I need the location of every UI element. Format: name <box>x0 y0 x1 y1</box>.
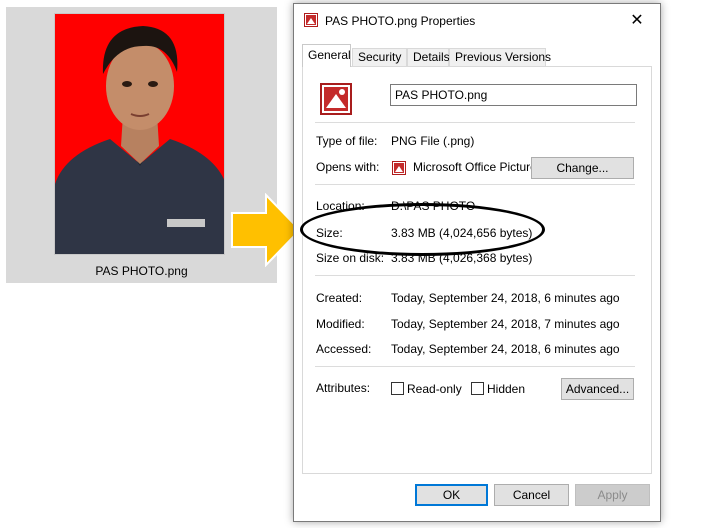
separator <box>315 275 635 276</box>
close-button[interactable]: ✕ <box>614 4 660 36</box>
properties-dialog: PAS PHOTO.png Properties ✕ General Secur… <box>293 3 661 522</box>
picture-app-icon <box>392 161 406 175</box>
tab-details[interactable]: Details <box>407 48 450 66</box>
file-name-input[interactable] <box>390 84 637 106</box>
readonly-label: Read-only <box>407 382 462 396</box>
accessed-value: Today, September 24, 2018, 6 minutes ago <box>391 342 620 356</box>
location-label: Location: <box>316 199 365 213</box>
ok-button[interactable]: OK <box>415 484 488 506</box>
attributes-label: Attributes: <box>316 381 371 395</box>
tab-previous-versions[interactable]: Previous Versions <box>449 48 551 66</box>
cancel-button[interactable]: Cancel <box>494 484 569 506</box>
size-value: 3.83 MB (4,024,656 bytes) <box>391 226 533 240</box>
hidden-checkbox[interactable] <box>471 382 484 395</box>
dialog-titlebar[interactable]: PAS PHOTO.png Properties ✕ <box>294 4 660 36</box>
separator <box>315 366 635 367</box>
change-button[interactable]: Change... <box>531 157 634 179</box>
hidden-label: Hidden <box>487 382 526 396</box>
dialog-footer: OK Cancel Apply <box>294 480 660 522</box>
passport-photo-image <box>54 13 225 255</box>
picture-file-icon <box>320 83 352 115</box>
size-on-disk-value: 3.83 MB (4,026,368 bytes) <box>391 251 533 265</box>
tab-security[interactable]: Security <box>352 48 407 66</box>
picture-file-icon <box>304 13 318 27</box>
close-icon: ✕ <box>630 12 644 29</box>
separator <box>315 184 635 185</box>
tab-general[interactable]: General <box>302 44 351 67</box>
type-of-file-label: Type of file: <box>316 134 378 148</box>
opens-with-value: Microsoft Office Picture <box>413 160 537 174</box>
readonly-checkbox[interactable] <box>391 382 404 395</box>
arrow-right-icon <box>230 192 302 270</box>
size-label: Size: <box>316 226 343 240</box>
created-label: Created: <box>316 291 363 305</box>
separator <box>315 122 635 123</box>
modified-value: Today, September 24, 2018, 7 minutes ago <box>391 317 620 331</box>
location-value: D:\PAS PHOTO <box>391 199 476 213</box>
general-tab-panel: Type of file: PNG File (.png) Opens with… <box>302 66 652 474</box>
opens-with-label: Opens with: <box>316 160 380 174</box>
accessed-label: Accessed: <box>316 342 372 356</box>
modified-label: Modified: <box>316 317 365 331</box>
person-portrait-icon <box>55 14 224 254</box>
size-on-disk-label: Size on disk: <box>316 251 385 265</box>
dialog-title: PAS PHOTO.png Properties <box>325 14 476 28</box>
apply-button: Apply <box>575 484 650 506</box>
advanced-button[interactable]: Advanced... <box>561 378 634 400</box>
type-of-file-value: PNG File (.png) <box>391 134 475 148</box>
created-value: Today, September 24, 2018, 6 minutes ago <box>391 291 620 305</box>
